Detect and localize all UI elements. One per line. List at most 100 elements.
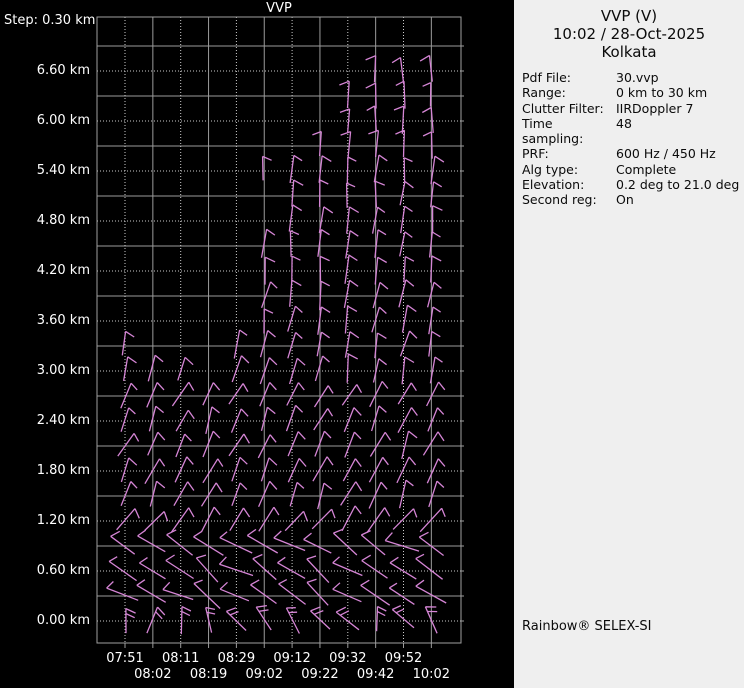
wind-barb: [287, 305, 303, 332]
wind-barb: [148, 405, 165, 432]
panel-title: VVP (V): [600, 7, 658, 25]
wind-barb: [422, 131, 433, 159]
wind-barb: [260, 457, 278, 482]
wind-barb: [426, 281, 442, 308]
wind-barb: [400, 205, 413, 234]
info-value: IIRDoppler 7: [616, 100, 694, 116]
wind-barb: [193, 579, 221, 609]
wind-barb: [173, 481, 195, 507]
wind-barb: [285, 607, 300, 634]
time-axis-label: 09:32: [329, 651, 367, 666]
height-axis-label: 0.00 km: [36, 613, 90, 628]
info-value: On: [616, 192, 634, 208]
wind-barb: [116, 508, 140, 531]
wind-barb: [370, 405, 387, 432]
wind-barb: [291, 255, 301, 282]
wind-barb: [260, 228, 276, 258]
wind-barb: [287, 431, 306, 457]
info-row: PRF: 600 Hz / 450 Hz: [522, 146, 744, 161]
wind-barb: [392, 508, 418, 530]
wind-barb: [146, 382, 165, 408]
wind-barb: [361, 554, 388, 579]
wind-barb: [360, 530, 386, 556]
wind-barb: [202, 382, 221, 406]
wind-barb: [397, 407, 418, 434]
wind-barb: [120, 407, 136, 432]
info-label: Clutter Filter:: [522, 100, 604, 116]
info-row: Clutter Filter: IIRDoppler 7: [522, 101, 744, 116]
wind-barb: [419, 507, 446, 533]
wind-barb: [122, 356, 137, 382]
wind-barb: [371, 306, 387, 333]
wind-barb: [162, 581, 194, 601]
wind-barb: [291, 179, 304, 207]
time-axis-label: 09:02: [245, 667, 283, 682]
time-axis-label: 08:02: [134, 667, 172, 682]
wind-barb: [343, 407, 362, 433]
wind-barb: [289, 154, 303, 184]
wind-barb: [120, 481, 138, 506]
wind-barb: [312, 456, 334, 482]
barb-column-09:12: [273, 154, 309, 634]
wind-barb: [287, 457, 307, 483]
info-label: Elevation:: [522, 177, 585, 193]
info-row: Range: 0 km to 30 km: [522, 85, 744, 100]
wind-barb: [311, 508, 336, 530]
info-label: Second reg:: [522, 192, 597, 208]
wind-barb: [120, 457, 138, 483]
barb-column-08:02: [136, 354, 169, 634]
barb-column-09:02: [246, 155, 280, 631]
wind-barb: [399, 231, 413, 257]
wind-barb: [287, 332, 303, 359]
wind-barb: [428, 306, 441, 335]
wind-barb: [195, 554, 219, 583]
wind-barb: [260, 406, 276, 431]
height-axis-label: 2.40 km: [36, 413, 90, 428]
info-label: Pdf File:: [522, 70, 571, 85]
height-axis-label: 1.80 km: [36, 463, 90, 478]
wind-barb: [250, 579, 277, 605]
wind-barb: [346, 353, 359, 383]
wind-barb: [313, 408, 334, 431]
info-value: 48: [616, 115, 632, 131]
wind-barb: [344, 305, 358, 334]
info-label: Range:: [522, 85, 566, 101]
wind-profile-plot-region: Step: 0.30 km VVP 6.60 km 6.00 km 5.40 km 4…: [0, 0, 514, 688]
wind-barb: [332, 582, 362, 603]
wind-barb: [391, 605, 415, 629]
wind-barb: [228, 383, 249, 405]
wind-barb: [388, 582, 415, 605]
wind-barb: [273, 530, 306, 552]
barb-column-09:32: [332, 80, 363, 631]
wind-barb: [303, 532, 332, 554]
wind-barb: [177, 356, 194, 381]
wind-barb: [346, 156, 357, 184]
wind-barb: [384, 532, 420, 552]
wind-barb: [368, 129, 380, 158]
wind-barb-plot-canvas: [96, 16, 464, 648]
wind-barb: [319, 255, 330, 282]
wind-barb: [344, 431, 362, 458]
wind-barb: [366, 105, 377, 132]
wind-barb: [401, 304, 417, 333]
wind-barb: [427, 407, 445, 432]
wind-barb: [393, 105, 405, 134]
time-axis-label: 07:51: [106, 651, 144, 666]
wind-barb: [121, 330, 135, 356]
wind-barb: [219, 581, 250, 602]
info-value: 0 km to 30 km: [616, 85, 708, 101]
info-value: 30.vvp: [616, 70, 659, 85]
wind-barb: [401, 430, 418, 460]
wind-barb: [288, 204, 303, 232]
wind-barb: [106, 581, 139, 601]
wind-barb: [341, 505, 362, 532]
wind-barb: [231, 456, 248, 482]
wind-barb: [306, 578, 329, 606]
info-row: Second reg: On: [522, 192, 744, 207]
wind-barb: [110, 530, 136, 555]
info-value: 600 Hz / 450 Hz: [616, 146, 716, 162]
barb-column-07:51: [106, 330, 140, 634]
time-axis-label: 08:11: [161, 651, 200, 666]
wind-barb: [200, 506, 221, 533]
wind-barb: [374, 229, 387, 258]
